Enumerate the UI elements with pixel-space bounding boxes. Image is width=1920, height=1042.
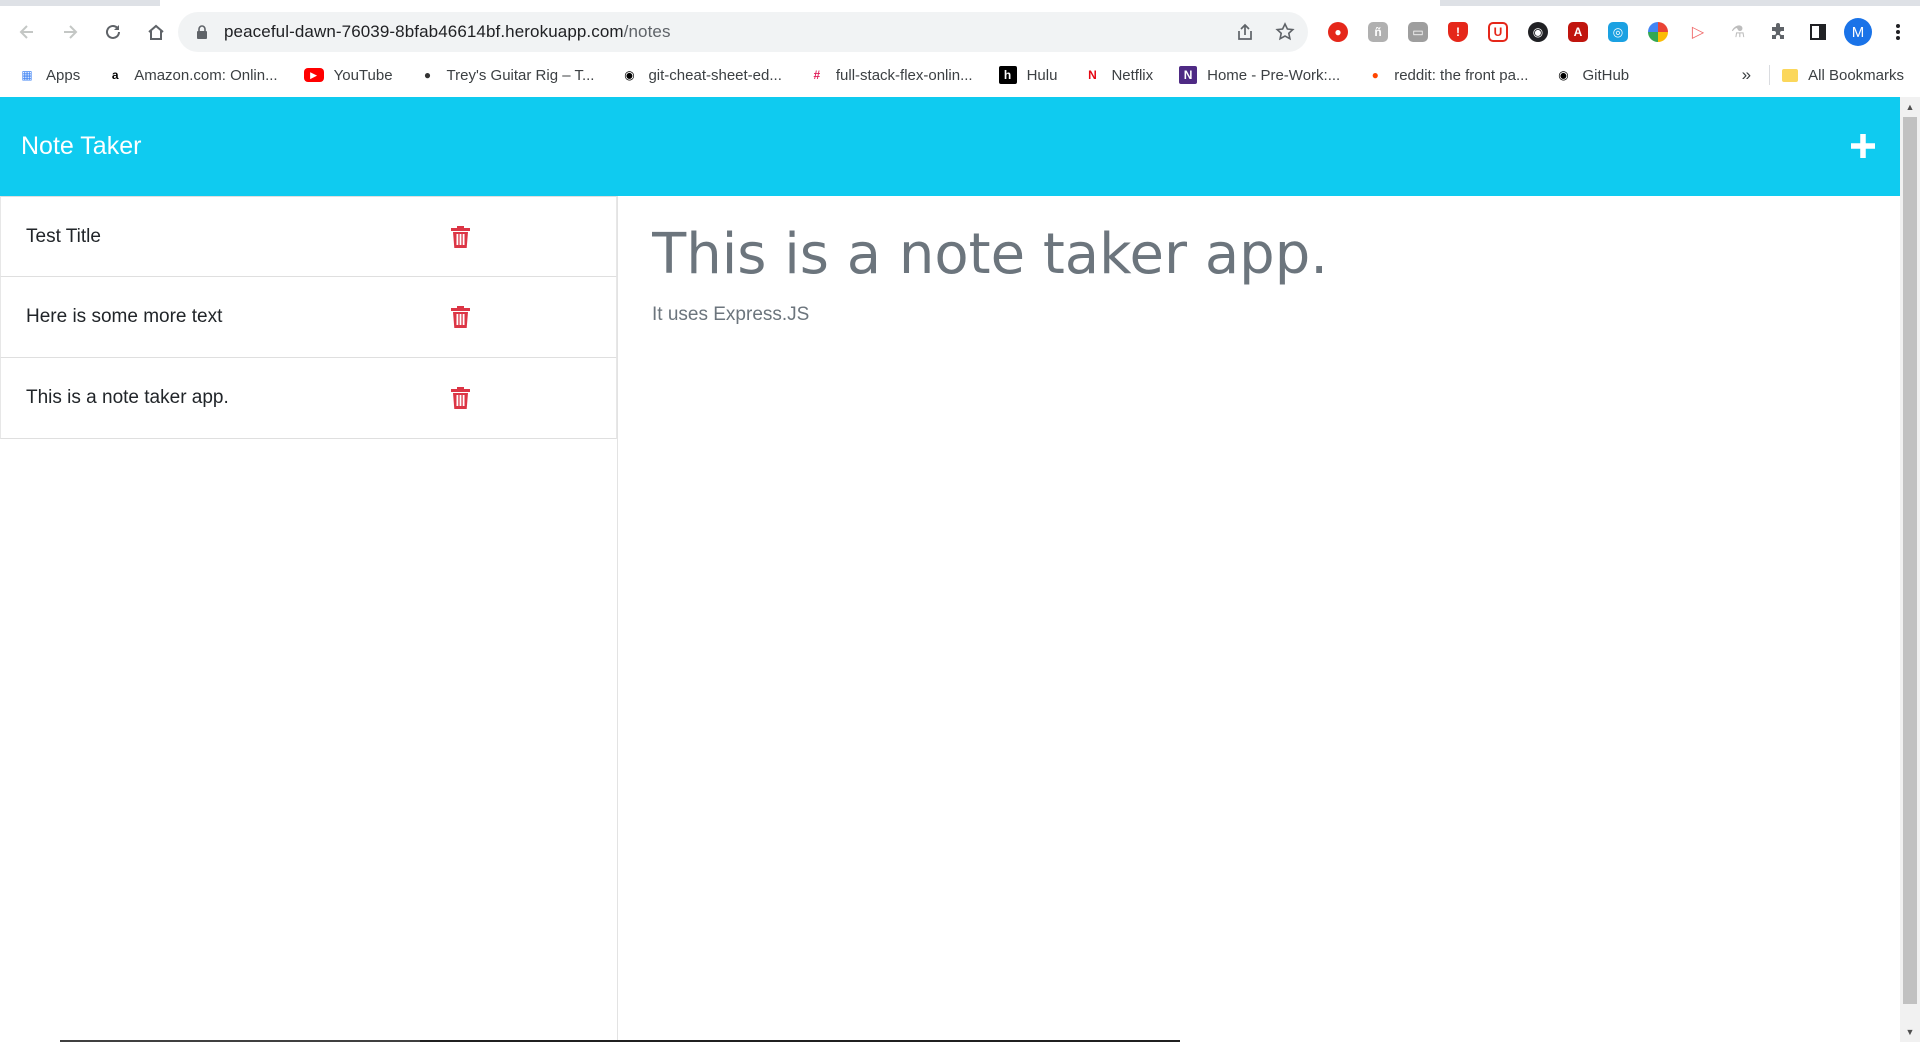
bookmark-item[interactable]: ▦ Apps [0, 61, 90, 89]
note-title-input[interactable] [650, 214, 1850, 294]
bookmark-label: reddit: the front pa... [1394, 66, 1529, 84]
kebab-menu-icon [1896, 24, 1900, 40]
flask-extension-icon[interactable]: ⚗ [1718, 12, 1758, 52]
side-panel-icon[interactable] [1798, 12, 1838, 52]
grey-extension-icon[interactable]: ñ [1358, 12, 1398, 52]
home-button[interactable] [136, 12, 176, 52]
plus-icon [1851, 134, 1875, 158]
profile-photo-icon: ● [423, 68, 432, 82]
bookmarks-bar: ▦ Apps a Amazon.com: Onlin... ▶ YouTube ● Trey'… [0, 60, 1920, 90]
forward-arrow-icon [64, 25, 78, 39]
northwestern-icon: N [1179, 66, 1198, 84]
back-arrow-icon [19, 25, 33, 39]
bookmark-label: Hulu [1026, 66, 1058, 84]
color-picker-extension-icon[interactable]: ◎ [1598, 12, 1638, 52]
bookmark-label: GitHub [1582, 66, 1630, 84]
globe-extension-icon[interactable]: ◉ [1518, 12, 1558, 52]
url-path: /notes [623, 22, 671, 41]
apps-grid-icon: ▦ [21, 68, 33, 82]
note-editor: It uses Express.JS [619, 196, 1900, 1042]
address-bar[interactable]: peaceful-dawn-76039-8bfab46614bf.herokua… [178, 12, 1308, 52]
shield-extension-icon[interactable]: ! [1438, 12, 1478, 52]
pdf-extension-icon[interactable]: A [1558, 12, 1598, 52]
puzzle-extensions-icon[interactable] [1758, 12, 1798, 52]
note-list-title[interactable]: Here is some more text [26, 306, 222, 328]
tab-strip [0, 0, 1920, 6]
bookmark-item[interactable]: h Hulu [983, 61, 1068, 89]
page-scrollbar[interactable]: ▲ ▼ [1900, 97, 1920, 1042]
note-list-item[interactable]: Test Title [0, 196, 617, 277]
folder-icon [1782, 68, 1799, 82]
github-icon: ◉ [1558, 68, 1569, 82]
all-bookmarks-button[interactable]: All Bookmarks [1808, 67, 1904, 84]
scrollbar-thumb[interactable] [1903, 117, 1917, 1004]
screencast-extension-icon[interactable]: ▷ [1678, 12, 1718, 52]
extensions-row: ● ñ ▭ ! U ◉ A ◎ ▷ ⚗ M [1318, 12, 1918, 52]
bookmarks-separator [1769, 65, 1771, 85]
lock-icon [194, 24, 210, 40]
profile-button[interactable]: M [1838, 12, 1878, 52]
bookmark-label: YouTube [333, 66, 393, 84]
note-list-title[interactable]: This is a note taker app. [26, 387, 229, 409]
delete-note-trash-icon[interactable] [448, 305, 472, 329]
reload-icon [106, 24, 120, 39]
chat-extension-icon[interactable]: ▭ [1398, 12, 1438, 52]
bookmark-label: Trey's Guitar Rig – T... [446, 66, 595, 84]
pinwheel-extension-icon[interactable] [1638, 12, 1678, 52]
back-button[interactable] [7, 12, 47, 52]
scroll-down-arrow-icon[interactable]: ▼ [1900, 1024, 1920, 1040]
bookmark-label: Amazon.com: Onlin... [134, 66, 278, 84]
bookmark-item[interactable]: N Home - Pre-Work:... [1163, 61, 1350, 89]
bookmark-item[interactable]: a Amazon.com: Onlin... [90, 61, 287, 89]
bookmark-item[interactable]: ▶ YouTube [288, 61, 403, 89]
bookmark-label: Apps [46, 66, 81, 84]
active-tab[interactable] [160, 0, 1440, 6]
adblock-extension-icon[interactable]: ● [1318, 12, 1358, 52]
delete-note-trash-icon[interactable] [448, 386, 472, 410]
clipper-extension-icon[interactable]: U [1478, 12, 1518, 52]
browser-chrome: peaceful-dawn-76039-8bfab46614bf.herokua… [0, 0, 1920, 97]
bookmark-item[interactable]: N Netflix [1067, 61, 1163, 89]
scroll-up-arrow-icon[interactable]: ▲ [1900, 99, 1920, 115]
url-host: peaceful-dawn-76039-8bfab46614bf.herokua… [224, 22, 624, 41]
note-list-item[interactable]: Here is some more text [0, 277, 617, 358]
browser-toolbar: peaceful-dawn-76039-8bfab46614bf.herokua… [0, 10, 1920, 54]
bookmark-label: git-cheat-sheet-ed... [648, 66, 782, 84]
hulu-icon: h [998, 66, 1017, 84]
share-icon[interactable] [1232, 19, 1258, 45]
bookmarks-overflow-button[interactable]: » [1742, 65, 1751, 85]
app-brand[interactable]: Note Taker [21, 132, 141, 161]
amazon-icon: a [111, 68, 119, 82]
bookmark-label: Home - Pre-Work:... [1207, 66, 1341, 84]
bookmark-item[interactable]: ◉ GitHub [1538, 61, 1639, 89]
reload-button[interactable] [93, 12, 133, 52]
bookmark-label: Netflix [1111, 66, 1154, 84]
note-list-title[interactable]: Test Title [26, 226, 101, 248]
bookmark-star-icon[interactable] [1272, 19, 1298, 45]
new-note-button[interactable] [1844, 127, 1882, 165]
forward-button[interactable] [50, 12, 90, 52]
github-icon: ◉ [624, 68, 635, 82]
bookmark-item[interactable]: # full-stack-flex-onlin... [792, 61, 983, 89]
youtube-icon: ▶ [303, 68, 324, 82]
avatar: M [1844, 18, 1872, 46]
bookmark-item[interactable]: ● reddit: the front pa... [1350, 61, 1538, 89]
bookmark-item[interactable]: ● Trey's Guitar Rig – T... [403, 61, 605, 89]
note-list-column: Test Title Here is some more text This is … [0, 196, 618, 1042]
browser-menu-button[interactable] [1878, 12, 1918, 52]
reddit-icon: ● [1371, 68, 1379, 82]
bookmark-item[interactable]: ◉ git-cheat-sheet-ed... [604, 61, 791, 89]
netflix-icon: N [1088, 68, 1097, 82]
home-icon [148, 24, 164, 40]
note-list: Test Title Here is some more text This is … [0, 196, 617, 439]
bookmark-label: full-stack-flex-onlin... [835, 66, 973, 84]
slack-icon: # [813, 68, 821, 82]
url-text[interactable]: peaceful-dawn-76039-8bfab46614bf.herokua… [224, 22, 671, 42]
delete-note-trash-icon[interactable] [448, 225, 472, 249]
note-taker-app: Note Taker Test Title Here is some more t… [0, 97, 1900, 1042]
note-list-item[interactable]: This is a note taker app. [0, 358, 617, 439]
app-navbar: Note Taker [0, 97, 1900, 196]
note-text-area[interactable]: It uses Express.JS [650, 302, 1850, 602]
